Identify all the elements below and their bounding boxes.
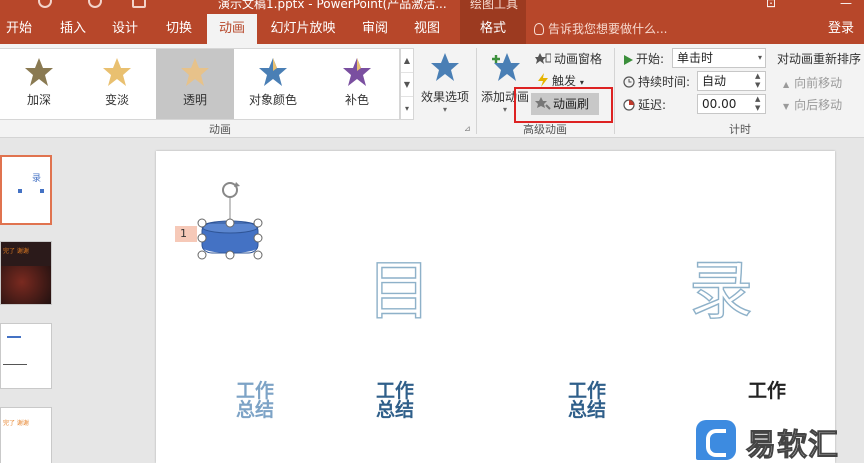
group-label-timing: 计时 [729,123,751,136]
watermark: 易软汇 [696,416,864,463]
minimize-icon[interactable]: — [840,0,852,10]
work-summary-text-2[interactable]: 工作 总结 [376,382,414,420]
effect-label: 对象颜色 [248,93,297,107]
slide-thumbnail-1[interactable]: 录 [0,155,52,225]
move-earlier-button[interactable]: ▲ 向前移动 [783,74,842,91]
work-summary-text-3[interactable]: 工作 总结 [568,382,606,420]
lightbulb-icon [534,23,544,35]
save-icon[interactable] [38,0,52,8]
work-summary-text-4[interactable]: 工作 [748,382,786,401]
drawing-tools-context: 绘图工具 [460,0,526,14]
animation-number-tag[interactable]: 1 [175,226,197,242]
group-label-animation: 动画 [209,123,231,136]
ribbon-tab-bar: 开始 插入 设计 切换 动画 幻灯片放映 审阅 视图 格式 告诉我您想要做什么.… [0,14,864,44]
tab-format[interactable]: 格式 [460,14,526,44]
highlight-frame [514,87,613,123]
window-title: 演示文稿1.pptx - PowerPoint(产品激活... [218,0,447,11]
dropdown-arrow-icon: ▾ [579,78,584,87]
dialog-launcher-icon[interactable]: ⊿ [464,124,471,133]
dropdown-arrow-icon: ▾ [442,105,447,114]
gallery-scroll[interactable]: ▲ ▼ ▾ [400,48,414,120]
touch-mode-icon[interactable] [88,0,102,8]
tab-slideshow[interactable]: 幻灯片放映 [264,14,342,44]
effect-transparency[interactable]: 透明 [156,49,234,119]
group-label-advanced-animation: 高级动画 [523,123,567,136]
ribbon-display-options-icon[interactable]: ⊡ [766,0,776,10]
clock-icon [623,76,635,91]
ribbon-animations: 加深 变淡 透明 对象颜色 补色 ▲ ▼ ▾ 动画 效果选项 ▾ ⊿ 添加动画 … [0,44,864,138]
slide-thumbnail-2[interactable]: 完了 谢谢 [0,241,52,305]
effect-darken[interactable]: 加深 [0,49,78,119]
slide-thumbnail-pane: 录 完了 谢谢 完了 谢谢 [0,139,72,463]
play-icon [623,54,633,68]
move-later-button[interactable]: ▼ 向后移动 [783,96,842,113]
tab-review[interactable]: 审阅 [352,14,398,44]
effect-label: 透明 [182,93,207,107]
tab-home[interactable]: 开始 [0,14,38,44]
animation-gallery: 加深 变淡 透明 对象颜色 补色 [0,48,400,120]
duration-spinner[interactable]: ▲ ▼ [755,72,763,90]
title-bar: 演示文稿1.pptx - PowerPoint(产品激活... 绘图工具 ⊡ — [0,0,864,14]
effect-options-star-icon [431,53,459,81]
duration-label: 持续时间: [623,73,690,91]
animation-pane-icon [535,51,552,68]
start-from-beginning-icon[interactable] [132,0,146,8]
down-arrow-icon: ▼ [783,102,790,111]
tab-design[interactable]: 设计 [102,14,148,44]
add-animation-star-icon [492,53,520,81]
slide-thumbnail-3[interactable] [0,323,52,389]
tell-me-search[interactable]: 告诉我您想要做什么... [534,14,667,44]
effect-label: 变淡 [104,93,129,107]
delay-clock-icon [623,99,635,114]
star-icon [259,58,287,86]
slide-title-char-1[interactable]: 目 [366,240,431,332]
watermark-logo-icon [696,420,736,460]
tab-animations[interactable]: 动画 [207,14,257,44]
scroll-down-icon[interactable]: ▼ [401,73,413,97]
delay-label: 延迟: [623,96,666,114]
up-arrow-icon: ▲ [783,80,790,89]
login-link[interactable]: 登录 [828,14,854,44]
reorder-title: 对动画重新排序 [777,52,862,66]
star-icon [181,58,209,86]
star-icon [25,58,53,86]
effect-options-button[interactable]: 效果选项 ▾ [418,52,472,118]
effect-label: 加深 [26,93,51,107]
animation-pane-button[interactable]: 动画窗格 [535,50,602,68]
slide-thumbnail-4[interactable]: 完了 谢谢 [0,407,52,463]
delay-input[interactable]: 00.00 ▲ ▼ [697,94,766,114]
start-select[interactable]: 单击时 ▾ [672,48,766,68]
selected-cylinder-shape[interactable] [196,176,268,264]
start-label: 开始: [623,50,664,68]
dropdown-arrow-icon: ▾ [757,53,762,62]
tab-insert[interactable]: 插入 [50,14,96,44]
star-icon [103,58,131,86]
star-icon [343,58,371,86]
effect-lighten[interactable]: 变淡 [78,49,156,119]
work-summary-text-1[interactable]: 工作 总结 [236,382,274,420]
delay-spinner[interactable]: ▲ ▼ [755,95,763,113]
gallery-more-icon[interactable]: ▾ [401,97,413,121]
effect-object-color[interactable]: 对象颜色 [234,49,312,119]
effect-label: 补色 [344,93,369,107]
duration-input[interactable]: 自动 ▲ ▼ [697,71,766,91]
tab-transitions[interactable]: 切换 [156,14,202,44]
effect-complementary-color[interactable]: 补色 [318,49,396,119]
tab-view[interactable]: 视图 [404,14,450,44]
scroll-up-icon[interactable]: ▲ [401,49,413,73]
slide-title-char-2[interactable]: 录 [688,240,753,332]
